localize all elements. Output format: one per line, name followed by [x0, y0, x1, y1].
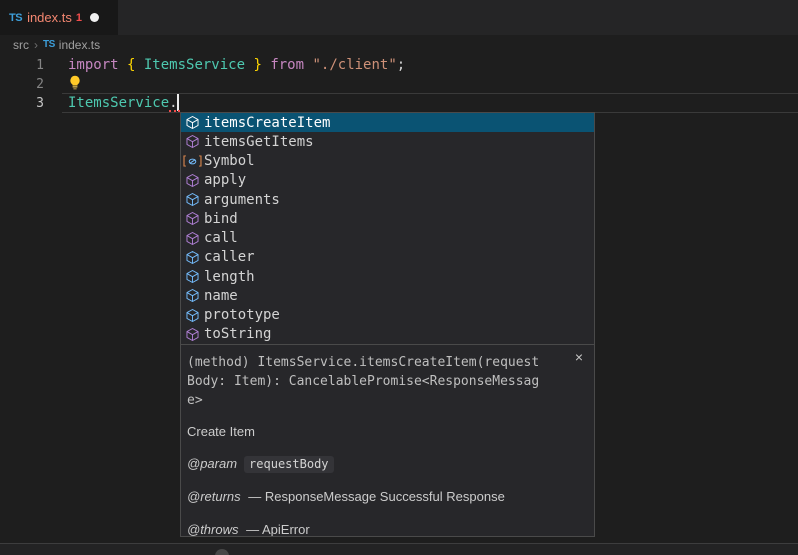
- symbol-field-icon: [184, 307, 201, 323]
- line-number: 2: [0, 75, 44, 94]
- symbol-method-icon: [184, 230, 201, 246]
- symbol-field-icon: [184, 249, 201, 265]
- symbol-method-icon: [184, 211, 201, 227]
- panel-divider: [0, 543, 798, 555]
- code-token: ItemsService: [68, 95, 169, 111]
- vscode-window: TS index.ts 1 src › TS index.ts 1 import …: [0, 0, 798, 555]
- doc-tag-line: @throws — ApiError: [187, 522, 584, 536]
- suggest-list: itemsCreateItemitemsGetItems[]Symbolappl…: [181, 113, 594, 344]
- code-line[interactable]: 1 import { ItemsService } from "./client"…: [0, 56, 798, 75]
- suggest-item[interactable]: apply: [181, 171, 594, 190]
- code-token: ;: [397, 57, 405, 73]
- breadcrumb-file[interactable]: index.ts: [59, 38, 100, 52]
- symbol-method-icon: [184, 172, 201, 188]
- lightbulb-icon[interactable]: [68, 75, 83, 90]
- close-icon[interactable]: ×: [575, 350, 583, 364]
- symbol-field-icon: [184, 288, 201, 304]
- suggest-item[interactable]: call: [181, 229, 594, 248]
- suggest-item[interactable]: arguments: [181, 190, 594, 209]
- cursor-caret: [177, 94, 179, 111]
- line-number: 1: [0, 56, 44, 75]
- doc-tag-name: @param: [187, 456, 237, 471]
- suggest-item-label: toString: [204, 326, 271, 342]
- doc-description: Create Item: [187, 424, 584, 439]
- breadcrumb-folder[interactable]: src: [13, 38, 29, 52]
- code-line[interactable]: 3ItemsService.: [0, 94, 798, 113]
- suggest-item-label: apply: [204, 172, 246, 188]
- doc-tag-line: @param requestBody: [187, 456, 584, 472]
- suggest-item-label: length: [204, 269, 255, 285]
- suggest-item-label: call: [204, 230, 238, 246]
- code-token: from: [270, 57, 304, 73]
- code-token: import: [68, 57, 127, 73]
- code-line[interactable]: 2: [0, 75, 798, 94]
- doc-tag-name: @returns: [187, 489, 241, 504]
- chevron-right-icon: ›: [34, 38, 38, 52]
- symbol-variable-icon: []: [184, 153, 201, 169]
- doc-tag-name: @throws: [187, 522, 239, 536]
- suggest-item-label: arguments: [204, 192, 280, 208]
- typescript-file-icon: TS: [9, 12, 22, 24]
- suggest-item[interactable]: length: [181, 267, 594, 286]
- typescript-file-icon: TS: [43, 39, 55, 50]
- code-token: "./client": [312, 57, 396, 73]
- signature-text: (method) ItemsService.itemsCreateItem(re…: [187, 353, 543, 410]
- suggest-item-label: itemsCreateItem: [204, 115, 330, 131]
- suggest-item-label: itemsGetItems: [204, 134, 314, 150]
- code-token: }: [245, 57, 262, 73]
- error-squiggle: [169, 109, 180, 112]
- symbol-method-icon: [184, 134, 201, 150]
- doc-tag-text: — ResponseMessage Successful Response: [245, 489, 505, 504]
- suggest-item[interactable]: []Symbol: [181, 152, 594, 171]
- suggest-item[interactable]: name: [181, 286, 594, 305]
- modified-dot-icon[interactable]: [90, 13, 99, 22]
- suggest-item[interactable]: bind: [181, 209, 594, 228]
- symbol-method-icon: [184, 326, 201, 342]
- suggest-item-label: prototype: [204, 307, 280, 323]
- suggest-item[interactable]: toString: [181, 325, 594, 344]
- suggest-item[interactable]: prototype: [181, 306, 594, 325]
- suggest-item[interactable]: itemsCreateItem: [181, 113, 594, 132]
- doc-param-chip: requestBody: [244, 456, 333, 473]
- tab-bar: TS index.ts 1: [0, 0, 798, 35]
- symbol-field-icon: [184, 269, 201, 285]
- tab-label: index.ts: [27, 10, 72, 25]
- suggest-item-label: bind: [204, 211, 238, 227]
- doc-tag-line: @returns — ResponseMessage Successful Re…: [187, 489, 584, 505]
- tab-error-count-badge: 1: [76, 12, 82, 24]
- code-token: ItemsService: [144, 57, 245, 73]
- symbol-method-icon: [184, 115, 201, 131]
- suggest-item[interactable]: caller: [181, 248, 594, 267]
- line-number: 3: [0, 94, 44, 113]
- suggest-item-label: Symbol: [204, 153, 255, 169]
- code-token: {: [127, 57, 144, 73]
- suggest-item-label: caller: [204, 249, 255, 265]
- suggest-item-label: name: [204, 288, 238, 304]
- symbol-field-icon: [184, 192, 201, 208]
- suggest-widget: itemsCreateItemitemsGetItems[]Symbolappl…: [180, 112, 595, 537]
- suggest-item[interactable]: itemsGetItems: [181, 132, 594, 151]
- breadcrumb: src › TS index.ts: [0, 35, 798, 54]
- suggest-docs-panel: (method) ItemsService.itemsCreateItem(re…: [181, 344, 594, 536]
- doc-tag-text: — ApiError: [243, 522, 310, 536]
- tab-index-ts[interactable]: TS index.ts 1: [0, 0, 118, 35]
